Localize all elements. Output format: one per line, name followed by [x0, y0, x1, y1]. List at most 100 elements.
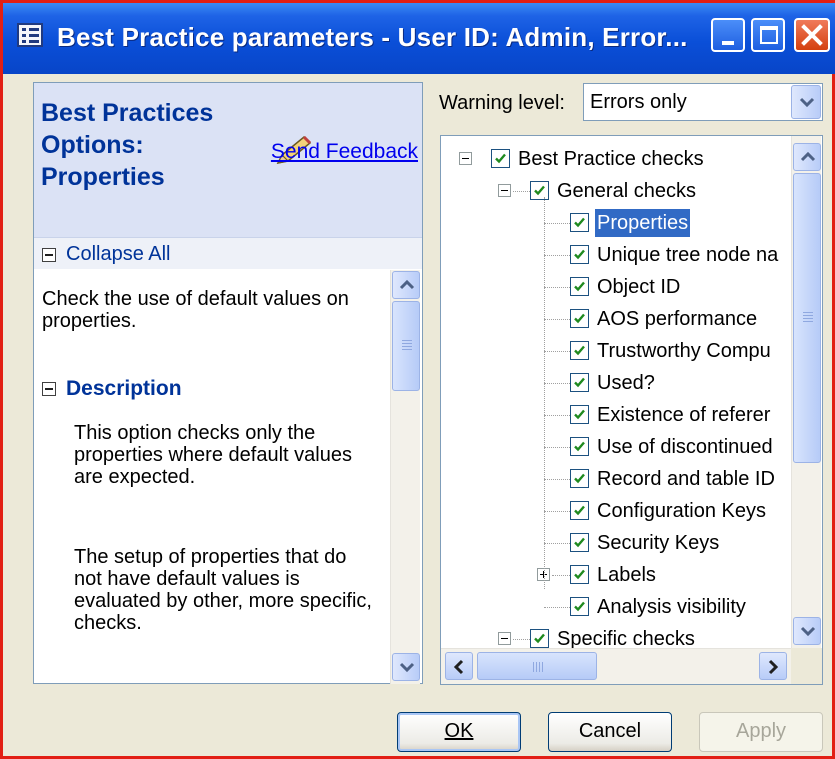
description-paragraph: This option checks only the properties w…	[74, 422, 352, 488]
tree-item[interactable]: Configuration Keys	[441, 495, 791, 527]
description-collapse-icon[interactable]	[42, 382, 56, 396]
tree-item[interactable]: Trustworthy Compu	[441, 335, 791, 367]
tree-item-label[interactable]: Existence of referer	[595, 401, 772, 429]
tree-connector	[544, 607, 570, 608]
chevron-down-icon	[399, 662, 415, 673]
tree-item-checkbox[interactable]	[570, 565, 589, 584]
scroll-up-button[interactable]	[793, 143, 821, 171]
scroll-up-button[interactable]	[392, 271, 420, 299]
apply-button[interactable]: Apply	[699, 712, 823, 752]
tree-item[interactable]: Record and table ID	[441, 463, 791, 495]
help-vertical-scrollbar[interactable]	[390, 270, 420, 684]
tree-item[interactable]: Use of discontinued	[441, 431, 791, 463]
tree-item[interactable]: Object ID	[441, 271, 791, 303]
description-heading[interactable]: Description	[66, 376, 182, 402]
tree-item-checkbox[interactable]	[570, 501, 589, 520]
chevron-down-icon	[799, 97, 815, 108]
tree-item-label[interactable]: AOS performance	[595, 305, 759, 333]
tree-item-label[interactable]: Best Practice checks	[516, 145, 706, 173]
ok-button[interactable]: OK	[397, 712, 521, 752]
scroll-thumb[interactable]	[793, 173, 821, 463]
tree-connector	[544, 351, 570, 352]
scroll-left-button[interactable]	[445, 652, 473, 680]
tree-item[interactable]: Security Keys	[441, 527, 791, 559]
tree-item-label[interactable]: Analysis visibility	[595, 593, 748, 621]
tree-item-label[interactable]: Used?	[595, 369, 657, 397]
title-bar[interactable]: Best Practice parameters - User ID: Admi…	[3, 0, 835, 74]
scroll-thumb[interactable]	[477, 652, 597, 680]
minimize-button[interactable]	[711, 18, 745, 52]
tree-item-label[interactable]: Configuration Keys	[595, 497, 768, 525]
help-intro-text: Check the use of default values on prope…	[42, 288, 349, 332]
tree-item[interactable]: Unique tree node na	[441, 239, 791, 271]
tree-item-label[interactable]: Labels	[595, 561, 658, 589]
send-feedback-link[interactable]: Send Feedback	[268, 139, 418, 165]
tree-item-checkbox[interactable]	[530, 181, 549, 200]
tree-connector	[544, 511, 570, 512]
help-panel: Best Practices Options: Properties Send …	[33, 82, 423, 684]
tree-item-label[interactable]: Object ID	[595, 273, 682, 301]
tree-item-checkbox[interactable]	[570, 533, 589, 552]
maximize-icon	[760, 26, 778, 44]
tree-item-checkbox[interactable]	[570, 469, 589, 488]
tree-connector	[544, 197, 545, 589]
tree-item-label[interactable]: Trustworthy Compu	[595, 337, 773, 365]
tree-connector	[544, 415, 570, 416]
best-practice-tree[interactable]: Best Practice checks General checks Proper…	[440, 135, 823, 685]
tree-connector	[544, 479, 570, 480]
chevron-down-icon	[800, 626, 816, 637]
tree-item[interactable]: Properties	[441, 207, 791, 239]
tree-item-checkbox[interactable]	[570, 213, 589, 232]
tree-item-checkbox[interactable]	[570, 597, 589, 616]
tree-item[interactable]: General checks	[441, 175, 791, 207]
tree-item-label[interactable]: Use of discontinued	[595, 433, 775, 461]
tree-item[interactable]: Best Practice checks	[441, 143, 791, 175]
chevron-up-icon	[399, 279, 415, 290]
tree-item-checkbox[interactable]	[570, 309, 589, 328]
tree-vertical-scrollbar[interactable]	[791, 136, 821, 648]
chevron-up-icon	[800, 151, 816, 162]
tree-connector	[513, 191, 530, 192]
tree-item-checkbox[interactable]	[570, 341, 589, 360]
scroll-down-button[interactable]	[392, 653, 420, 681]
tree-item-label[interactable]: Unique tree node na	[595, 241, 780, 269]
tree-item-checkbox[interactable]	[570, 373, 589, 392]
tree-connector	[552, 575, 570, 576]
close-button[interactable]	[794, 18, 830, 52]
tree-item-label[interactable]: Properties	[593, 208, 692, 238]
cancel-button[interactable]: Cancel	[548, 712, 672, 752]
window-app-icon	[17, 23, 43, 47]
scroll-thumb[interactable]	[392, 301, 420, 391]
collapse-icon[interactable]	[459, 152, 472, 165]
tree-item-checkbox[interactable]	[570, 405, 589, 424]
tree-item-label[interactable]: Security Keys	[595, 529, 721, 557]
tree-item-checkbox[interactable]	[570, 245, 589, 264]
warning-level-select[interactable]: Errors only	[583, 83, 823, 121]
tree-item-label[interactable]: General checks	[555, 177, 698, 205]
tree-item[interactable]: AOS performance	[441, 303, 791, 335]
tree-item-checkbox[interactable]	[570, 277, 589, 296]
collapse-icon[interactable]	[498, 632, 511, 645]
collapse-icon[interactable]	[498, 184, 511, 197]
scroll-right-button[interactable]	[759, 652, 787, 680]
tree-item-checkbox[interactable]	[491, 149, 510, 168]
help-header: Best Practices Options: Properties Send …	[34, 83, 422, 237]
tree-item-checkbox[interactable]	[530, 629, 549, 648]
tree-connector	[544, 287, 570, 288]
tree-horizontal-scrollbar[interactable]	[441, 648, 791, 684]
collapse-all-link[interactable]: Collapse All	[66, 240, 171, 268]
maximize-button[interactable]	[751, 18, 785, 52]
dropdown-button[interactable]	[791, 85, 821, 119]
collapse-icon[interactable]	[42, 248, 56, 262]
tree-item-label[interactable]: Record and table ID	[595, 465, 777, 493]
tree-item-checkbox[interactable]	[570, 437, 589, 456]
tree-item[interactable]: Labels	[441, 559, 791, 591]
tree-connector	[544, 543, 570, 544]
scroll-down-button[interactable]	[793, 617, 821, 645]
tree-item[interactable]: Analysis visibility	[441, 591, 791, 623]
collapse-all-bar[interactable]: Collapse All	[34, 237, 422, 269]
tree-item[interactable]: Existence of referer	[441, 399, 791, 431]
tree-item[interactable]: Used?	[441, 367, 791, 399]
tree-connector	[544, 447, 570, 448]
chevron-right-icon	[768, 659, 779, 675]
